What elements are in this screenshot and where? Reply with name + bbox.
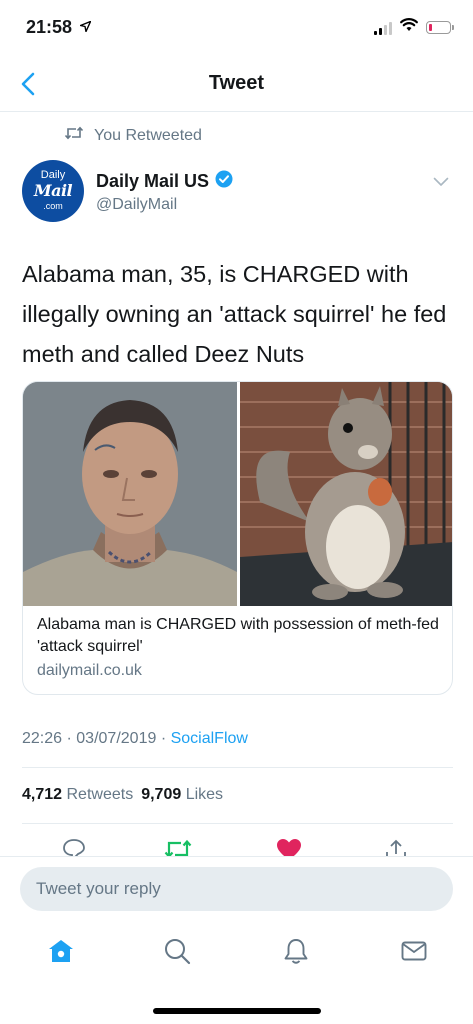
- separator: ·: [160, 730, 171, 747]
- tweet-time: 22:26: [22, 730, 63, 747]
- squirrel-photo: [240, 382, 452, 606]
- cellular-signal-icon: [374, 21, 392, 35]
- bell-icon: [284, 939, 308, 964]
- card-meta: Alabama man is CHARGED with possession o…: [37, 614, 440, 680]
- status-bar: 21:58: [0, 0, 473, 56]
- retweet-context: You Retweeted: [64, 126, 202, 145]
- tweet-source-link[interactable]: SocialFlow: [171, 730, 248, 747]
- chevron-down-icon: [433, 177, 449, 186]
- wifi-icon: [400, 18, 418, 37]
- tweet-date: 03/07/2019: [76, 730, 157, 747]
- retweets-count: 4,712: [22, 786, 63, 803]
- tab-messages[interactable]: [400, 937, 428, 970]
- retweet-context-label: You Retweeted: [94, 126, 202, 144]
- card-images: [23, 382, 452, 606]
- likes-count: 9,709: [141, 786, 182, 803]
- retweets-label: Retweets: [66, 786, 134, 803]
- author-name-row[interactable]: Daily Mail US: [96, 170, 233, 193]
- nav-bar: Tweet: [0, 56, 473, 112]
- tab-home[interactable]: [47, 937, 75, 970]
- tweet-text: Alabama man, 35, is CHARGED with illegal…: [22, 261, 447, 367]
- card-title: Alabama man is CHARGED with possession o…: [37, 616, 439, 655]
- retweet-icon: [64, 126, 84, 145]
- share-button[interactable]: [384, 838, 408, 856]
- tab-bar: [0, 933, 473, 977]
- home-icon: [49, 940, 73, 962]
- avatar-line-1: Daily: [40, 169, 66, 181]
- retweet-active-icon: [164, 839, 192, 856]
- reply-icon: [63, 839, 85, 856]
- avatar-line-3: .com: [43, 201, 63, 211]
- share-icon: [386, 839, 406, 856]
- tweet-timestamp: 22:26 · 03/07/2019 · SocialFlow: [22, 730, 248, 748]
- link-card[interactable]: Alabama man is CHARGED with possession o…: [22, 381, 453, 695]
- battery-icon: [426, 21, 454, 34]
- retweets-stat[interactable]: 4,712 Retweets: [22, 786, 133, 804]
- separator: ·: [66, 730, 77, 747]
- status-time: 21:58: [26, 17, 73, 37]
- bottom-panel: Tweet your reply: [0, 856, 473, 1024]
- card-domain: dailymail.co.uk: [37, 662, 142, 679]
- author-name: Daily Mail US: [96, 171, 210, 191]
- likes-stat[interactable]: 9,709 Likes: [141, 786, 223, 804]
- location-arrow-icon: [79, 19, 92, 37]
- tweet-stats: 4,712 Retweets 9,709 Likes: [22, 786, 223, 804]
- like-button[interactable]: [276, 838, 302, 856]
- author-handle[interactable]: @DailyMail: [96, 196, 177, 214]
- verified-badge-icon: [215, 170, 233, 193]
- reply-input[interactable]: Tweet your reply: [20, 867, 453, 911]
- mugshot-photo: [23, 382, 237, 606]
- author-row: Daily Mail .com Daily Mail US @DailyMail: [22, 160, 453, 230]
- avatar-line-2: Mail: [33, 181, 73, 200]
- tab-notifications[interactable]: [282, 937, 310, 970]
- tab-search[interactable]: [163, 937, 191, 970]
- home-indicator: [152, 1008, 321, 1014]
- likes-label: Likes: [185, 786, 224, 803]
- tweet-options-button[interactable]: [433, 174, 449, 192]
- heart-filled-icon: [277, 839, 301, 856]
- tweet-actions: [0, 836, 473, 856]
- divider: [22, 767, 453, 768]
- page-title: Tweet: [208, 72, 265, 94]
- envelope-icon: [401, 941, 427, 961]
- avatar[interactable]: Daily Mail .com: [22, 160, 84, 222]
- search-icon: [165, 939, 191, 965]
- divider: [22, 823, 453, 824]
- status-icons: [374, 18, 454, 37]
- reply-button[interactable]: [62, 838, 86, 856]
- retweet-button[interactable]: [164, 838, 192, 856]
- reply-placeholder: Tweet your reply: [36, 879, 161, 898]
